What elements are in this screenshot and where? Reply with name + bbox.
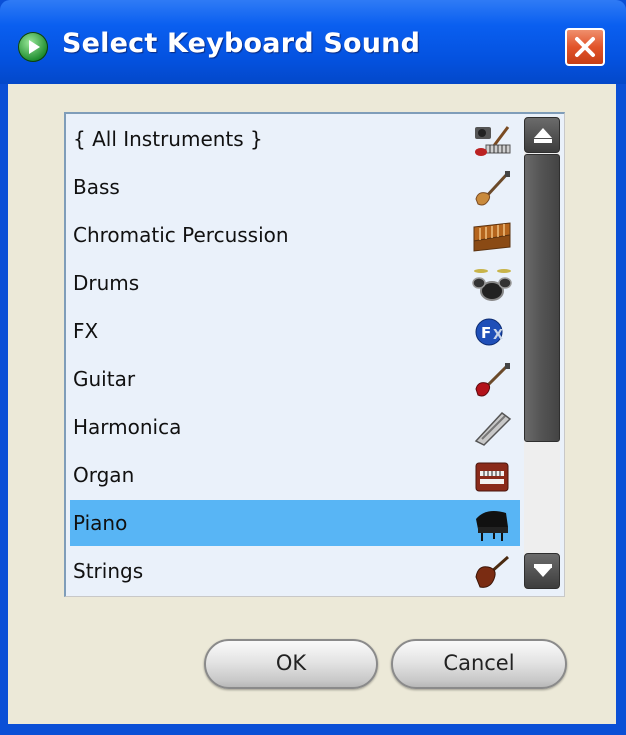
strings-icon [475,555,509,588]
list-item[interactable]: Organ [70,452,520,498]
title-bar[interactable]: Select Keyboard Sound [0,0,626,84]
guitar-icon [475,363,510,397]
list-item-label: Guitar [73,367,136,391]
list-item[interactable]: FX F X [70,308,520,354]
list-item-label: Drums [73,271,140,295]
list-item-label: Harmonica [73,415,182,439]
organ-icon [475,462,509,492]
list-item[interactable]: Bass [70,164,520,210]
list-item[interactable]: Drums [70,260,520,306]
list-item-label: Chromatic Percussion [73,223,289,247]
ok-button[interactable]: OK [204,639,378,689]
list-item[interactable]: Piano [70,500,520,546]
list-item-label: FX [73,319,99,343]
list-item-label: Piano [73,511,128,535]
dialog-body: { All Instruments } Bass Chromatic Percu… [8,84,616,724]
list-item[interactable]: { All Instruments } [70,116,520,162]
cancel-button[interactable]: Cancel [391,639,567,689]
close-icon [575,37,595,57]
chromatic-percussion-icon [473,222,511,252]
green-play-icon [18,32,48,62]
fx-icon: F X [475,318,503,346]
svg-text:X: X [493,328,503,343]
scroll-down-button[interactable] [524,553,560,589]
list-item-label: { All Instruments } [73,127,263,151]
bass-icon [475,171,510,206]
list-item[interactable]: Chromatic Percussion [70,212,520,258]
list-item[interactable]: Guitar [70,356,520,402]
arrow-down-icon [534,567,552,577]
dialog-window: Select Keyboard Sound { All Instruments … [0,0,626,735]
arrow-up-icon [534,128,552,138]
list-item-label: Bass [73,175,120,199]
piano-icon [476,511,508,541]
list-item[interactable]: Strings [70,548,520,594]
close-button[interactable] [565,28,605,66]
list-item[interactable]: Harmonica [70,404,520,450]
drums-icon [472,269,512,301]
list-scrollbar[interactable] [524,117,560,589]
instrument-list[interactable]: { All Instruments } Bass Chromatic Percu… [64,112,565,597]
svg-text:F: F [481,324,491,342]
list-item-label: Strings [73,559,144,583]
all-instruments-icon [475,126,511,156]
list-item-label: Organ [73,463,135,487]
window-title: Select Keyboard Sound [62,28,421,59]
scroll-up-button[interactable] [524,117,560,153]
scroll-thumb[interactable] [524,154,560,442]
harmonica-icon [474,411,512,446]
